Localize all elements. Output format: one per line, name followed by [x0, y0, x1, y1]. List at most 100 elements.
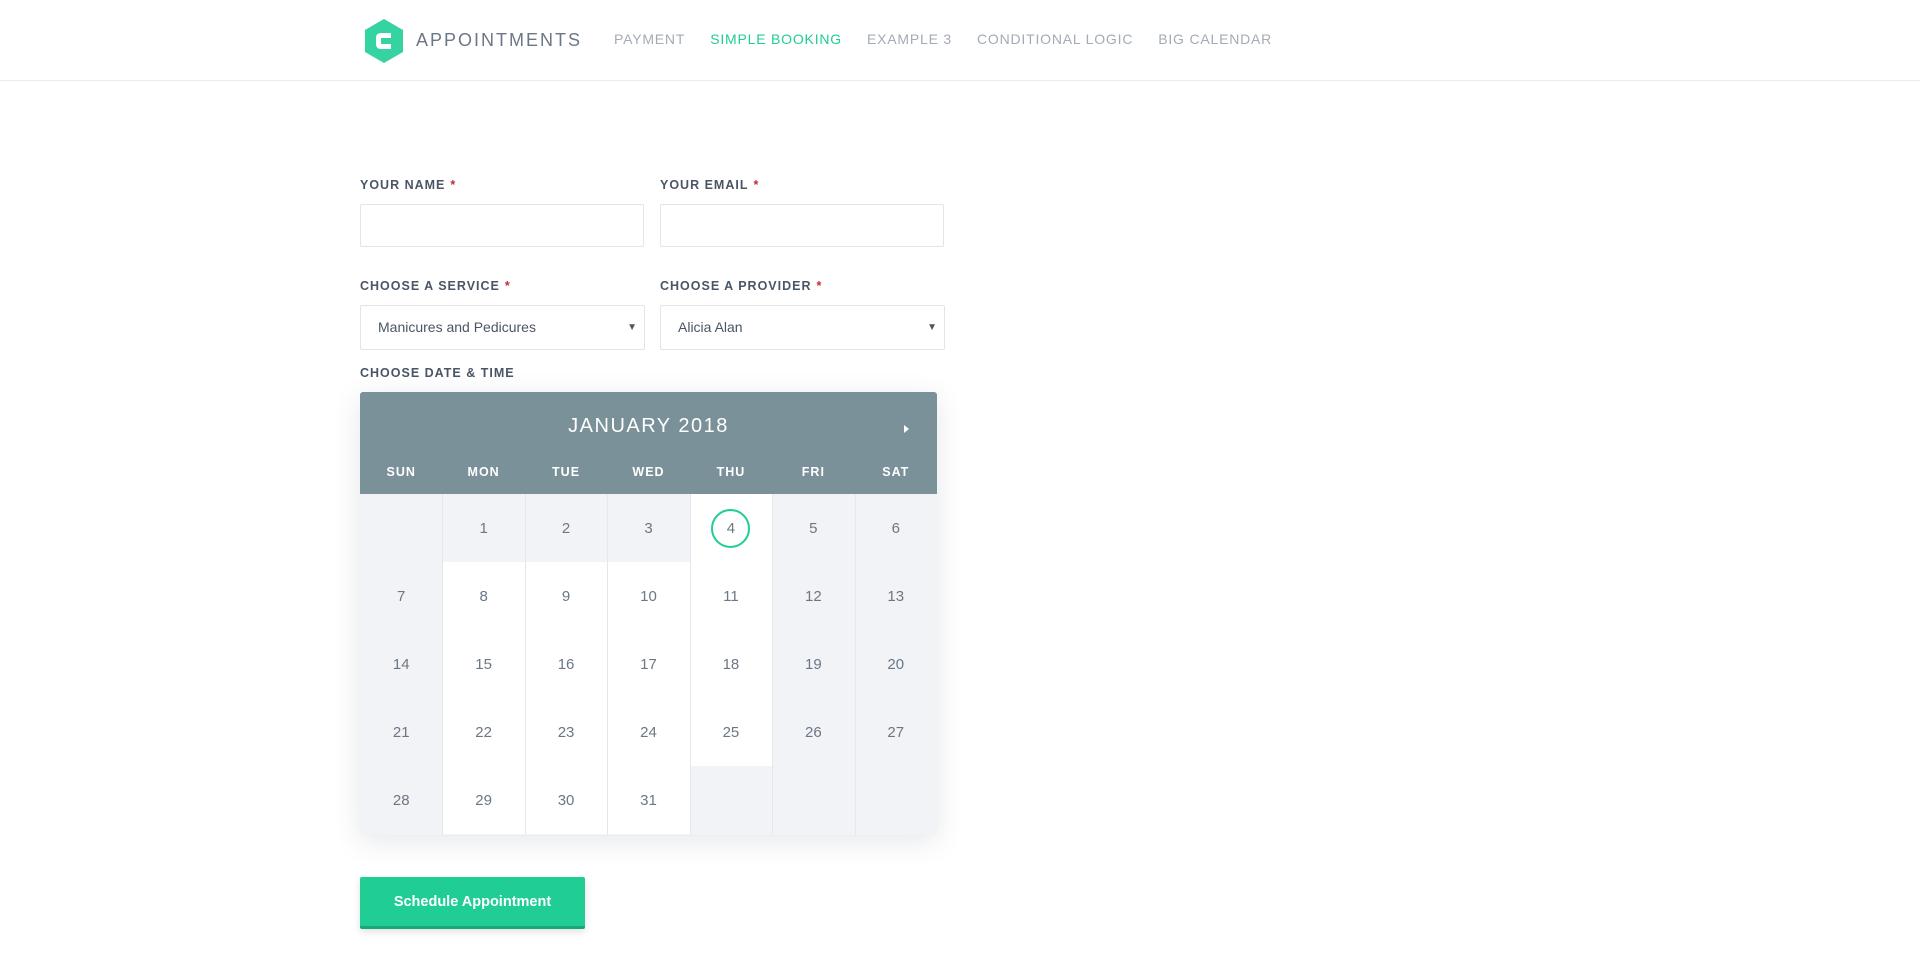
calendar-day-6: 6: [854, 494, 937, 562]
provider-label-text: CHOOSE A PROVIDER: [660, 279, 812, 293]
calendar-day-1: 1: [442, 494, 525, 562]
calendar-day-number: 12: [805, 587, 822, 605]
calendar-day-number: 7: [397, 587, 406, 605]
calendar-day-18[interactable]: 18: [689, 630, 773, 698]
calendar-empty-cell: [689, 766, 773, 834]
nav-simple-booking[interactable]: SIMPLE BOOKING: [710, 31, 842, 47]
calendar-day-24[interactable]: 24: [607, 698, 690, 766]
calendar-day-number: 8: [479, 587, 488, 605]
calendar-day-17[interactable]: 17: [607, 630, 690, 698]
nav-payment[interactable]: PAYMENT: [614, 31, 685, 47]
email-input[interactable]: [660, 204, 944, 247]
calendar-day-29[interactable]: 29: [442, 766, 525, 834]
next-month-button[interactable]: [900, 423, 912, 435]
main-nav: PAYMENT SIMPLE BOOKING EXAMPLE 3 CONDITI…: [614, 31, 1297, 47]
calendar-day-21: 21: [360, 698, 443, 766]
calendar-day-number: 14: [392, 655, 410, 673]
name-label: YOUR NAME *: [360, 178, 456, 192]
calendar-day-number: 3: [644, 519, 653, 537]
weekday-wed: WED: [632, 465, 665, 479]
required-marker: *: [753, 178, 760, 192]
calendar-day-15[interactable]: 15: [442, 630, 525, 698]
calendar-day-5: 5: [772, 494, 855, 562]
calendar-day-7: 7: [360, 562, 443, 630]
required-marker: *: [504, 279, 511, 293]
calendar-day-number: 17: [640, 655, 657, 673]
schedule-appointment-button[interactable]: Schedule Appointment: [360, 877, 585, 929]
weekday-sat: SAT: [882, 465, 910, 479]
calendar-day-19: 19: [772, 630, 855, 698]
weekday-sun: SUN: [386, 465, 416, 479]
calendar-day-number: 10: [640, 587, 657, 605]
calendar-day-16[interactable]: 16: [524, 630, 608, 698]
calendar-day-12: 12: [772, 562, 855, 630]
calendar-day-number: 20: [887, 655, 905, 673]
calendar-day-number: 26: [805, 723, 822, 741]
provider-select[interactable]: Alicia Alan ▼: [660, 305, 945, 350]
calendar-day-23[interactable]: 23: [524, 698, 608, 766]
calendar-day-13: 13: [854, 562, 937, 630]
required-marker: *: [816, 279, 823, 293]
calendar-day-number: 16: [557, 655, 575, 673]
service-selected-value: Manicures and Pedicures: [378, 319, 536, 335]
nav-example-3[interactable]: EXAMPLE 3: [867, 31, 952, 47]
provider-label: CHOOSE A PROVIDER *: [660, 279, 822, 293]
dropdown-arrow-icon: ▼: [627, 322, 637, 333]
calendar-day-number: 31: [640, 791, 657, 809]
calendar-day-number: 25: [722, 723, 740, 741]
name-input[interactable]: [360, 204, 644, 247]
calendar-day-26: 26: [772, 698, 855, 766]
calendar-day-10[interactable]: 10: [607, 562, 690, 630]
email-label: YOUR EMAIL *: [660, 178, 759, 192]
calendar-day-number: 4: [711, 508, 751, 548]
calendar-day-number: 21: [392, 723, 410, 741]
calendar-day-number: 23: [557, 723, 575, 741]
brand-name: APPOINTMENTS: [416, 30, 583, 50]
calendar-empty-cell: [360, 494, 443, 562]
top-header: APPOINTMENTS PAYMENT SIMPLE BOOKING EXAM…: [0, 0, 1920, 81]
date-picker-calendar: JANUARY 2018 SUN MON TUE WED THU FRI SAT 1 2 3 4 5 6…: [360, 392, 937, 835]
weekday-mon: MON: [467, 465, 500, 479]
required-marker: *: [450, 178, 457, 192]
service-label: CHOOSE A SERVICE *: [360, 279, 511, 293]
logo-icon[interactable]: [363, 19, 405, 63]
calendar-day-number: 13: [887, 587, 905, 605]
calendar-day-31[interactable]: 31: [607, 766, 690, 834]
calendar-day-30[interactable]: 30: [524, 766, 608, 834]
nav-big-calendar[interactable]: BIG CALENDAR: [1158, 31, 1272, 47]
calendar-day-number: 28: [392, 791, 410, 809]
calendar-day-25[interactable]: 25: [689, 698, 773, 766]
calendar-day-number: 11: [723, 587, 739, 605]
calendar-day-number: 15: [475, 655, 492, 673]
email-label-text: YOUR EMAIL: [660, 178, 749, 192]
calendar-day-20: 20: [854, 630, 937, 698]
service-label-text: CHOOSE A SERVICE: [360, 279, 500, 293]
calendar-day-number: 2: [561, 519, 571, 537]
calendar-day-27: 27: [854, 698, 937, 766]
calendar-day-number: 6: [891, 519, 900, 537]
calendar-day-9[interactable]: 9: [524, 562, 608, 630]
calendar-empty-cell: [854, 766, 937, 834]
weekday-thu: THU: [716, 465, 746, 479]
calendar-day-number: 9: [561, 587, 571, 605]
calendar-day-number: 24: [640, 723, 657, 741]
calendar-day-14: 14: [360, 630, 443, 698]
datetime-label: CHOOSE DATE & TIME: [360, 366, 515, 380]
calendar-day-number: 30: [557, 791, 575, 809]
calendar-day-number: 29: [475, 791, 492, 809]
calendar-empty-cell: [772, 766, 855, 834]
calendar-day-4[interactable]: 4: [689, 494, 773, 562]
weekday-tue: TUE: [552, 465, 581, 479]
name-label-text: YOUR NAME: [360, 178, 446, 192]
caret-right-icon: [904, 425, 909, 433]
nav-conditional-logic[interactable]: CONDITIONAL LOGIC: [977, 31, 1133, 47]
calendar-day-number: 22: [475, 723, 492, 741]
service-select[interactable]: Manicures and Pedicures ▼: [360, 305, 645, 350]
calendar-day-28: 28: [360, 766, 443, 834]
weekday-fri: FRI: [801, 465, 825, 479]
calendar-day-number: 27: [887, 723, 905, 741]
calendar-day-11[interactable]: 11: [689, 562, 773, 630]
calendar-day-number: 1: [479, 519, 488, 537]
calendar-day-8[interactable]: 8: [442, 562, 525, 630]
calendar-day-22[interactable]: 22: [442, 698, 525, 766]
